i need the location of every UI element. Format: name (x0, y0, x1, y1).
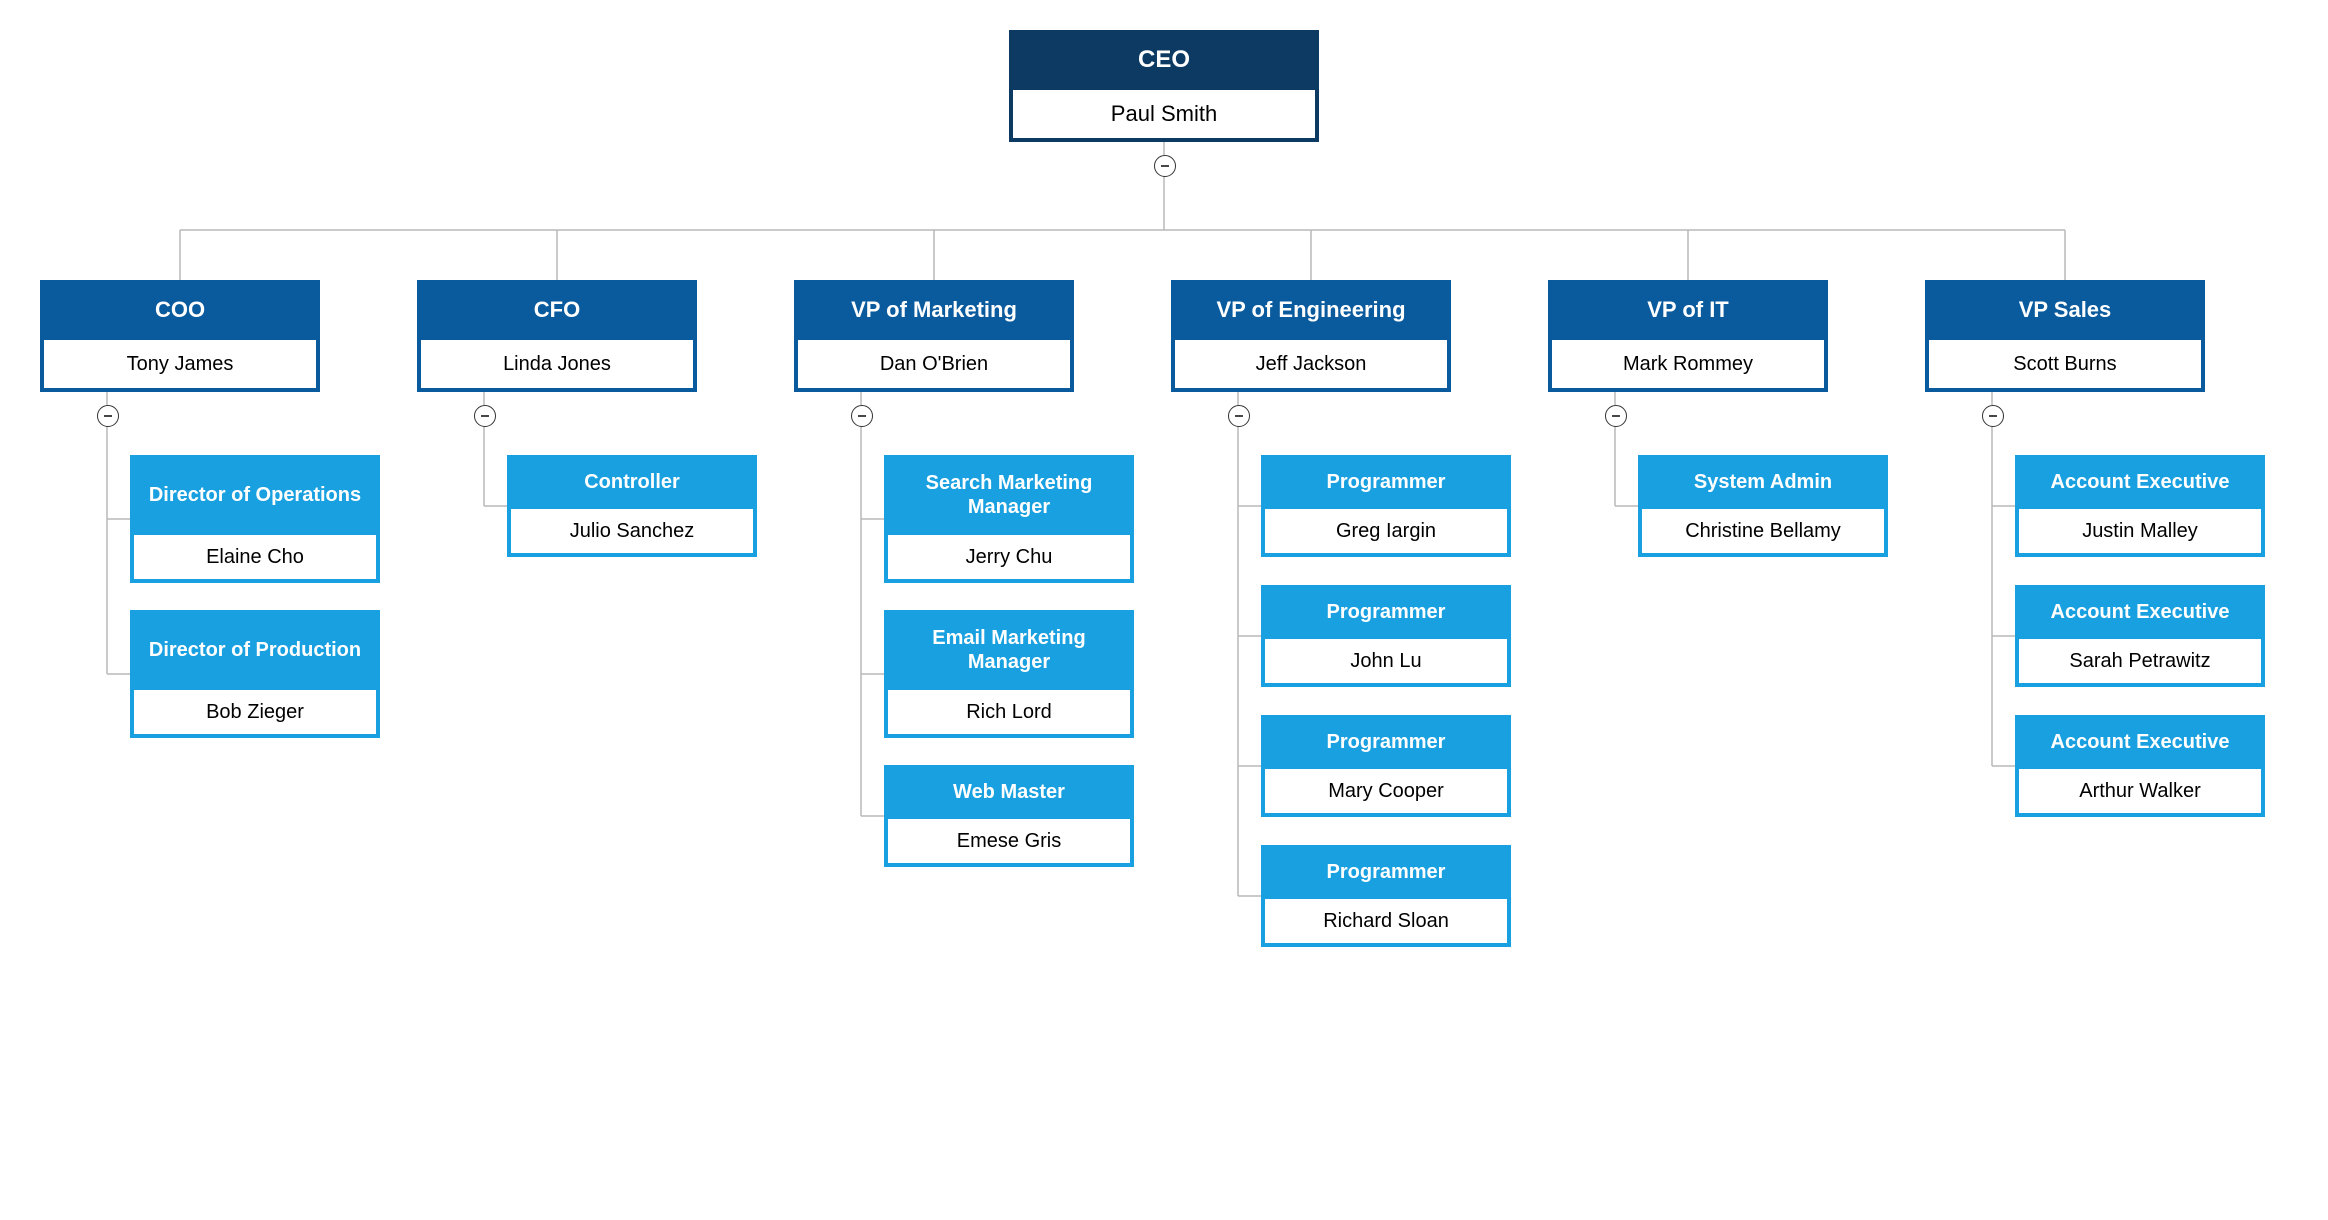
node-title: Programmer (1265, 849, 1507, 895)
node-name: Jeff Jackson (1175, 336, 1447, 388)
node-name: Greg Iargin (1265, 505, 1507, 553)
node-title: Account Executive (2019, 589, 2261, 635)
collapse-toggle-cfo[interactable] (474, 405, 496, 427)
collapse-toggle-vpmkt[interactable] (851, 405, 873, 427)
org-chart: CEO Paul Smith COO Tony James CFO Linda … (0, 0, 2328, 1220)
node-title: System Admin (1642, 459, 1884, 505)
node-name: Julio Sanchez (511, 505, 753, 553)
node-vpsales[interactable]: VP Sales Scott Burns (1925, 280, 2205, 392)
node-title: VP Sales (1929, 284, 2201, 336)
node-title: Account Executive (2019, 719, 2261, 765)
node-vpmkt[interactable]: VP of Marketing Dan O'Brien (794, 280, 1074, 392)
collapse-toggle-vpsales[interactable] (1982, 405, 2004, 427)
node-cfo[interactable]: CFO Linda Jones (417, 280, 697, 392)
node-name: Emese Gris (888, 815, 1130, 863)
node-name: Tony James (44, 336, 316, 388)
node-name: Richard Sloan (1265, 895, 1507, 943)
node-title: Programmer (1265, 719, 1507, 765)
node-ae-3[interactable]: Account Executive Arthur Walker (2015, 715, 2265, 817)
node-dir-ops[interactable]: Director of Operations Elaine Cho (130, 455, 380, 583)
node-title: Email Marketing Manager (888, 614, 1130, 686)
node-name: Rich Lord (888, 686, 1130, 734)
node-title: VP of IT (1552, 284, 1824, 336)
minus-icon (479, 410, 491, 422)
node-name: Paul Smith (1013, 86, 1315, 138)
node-name: Linda Jones (421, 336, 693, 388)
node-ae-1[interactable]: Account Executive Justin Malley (2015, 455, 2265, 557)
node-coo[interactable]: COO Tony James (40, 280, 320, 392)
node-name: Jerry Chu (888, 531, 1130, 579)
node-vpit[interactable]: VP of IT Mark Rommey (1548, 280, 1828, 392)
collapse-toggle-vpit[interactable] (1605, 405, 1627, 427)
node-controller[interactable]: Controller Julio Sanchez (507, 455, 757, 557)
minus-icon (856, 410, 868, 422)
node-title: VP of Marketing (798, 284, 1070, 336)
node-title: Director of Production (134, 614, 376, 686)
node-ae-2[interactable]: Account Executive Sarah Petrawitz (2015, 585, 2265, 687)
node-title: Controller (511, 459, 753, 505)
node-webmaster[interactable]: Web Master Emese Gris (884, 765, 1134, 867)
node-title: CEO (1013, 34, 1315, 86)
node-name: Mary Cooper (1265, 765, 1507, 813)
node-name: Sarah Petrawitz (2019, 635, 2261, 683)
node-title: COO (44, 284, 316, 336)
node-prog-4[interactable]: Programmer Richard Sloan (1261, 845, 1511, 947)
node-ceo[interactable]: CEO Paul Smith (1009, 30, 1319, 142)
collapse-toggle-vpeng[interactable] (1228, 405, 1250, 427)
minus-icon (1987, 410, 1999, 422)
node-title: Search Marketing Manager (888, 459, 1130, 531)
node-prog-2[interactable]: Programmer John Lu (1261, 585, 1511, 687)
minus-icon (1233, 410, 1245, 422)
node-name: Dan O'Brien (798, 336, 1070, 388)
node-title: Programmer (1265, 589, 1507, 635)
minus-icon (102, 410, 114, 422)
minus-icon (1610, 410, 1622, 422)
node-title: Director of Operations (134, 459, 376, 531)
node-name: Justin Malley (2019, 505, 2261, 553)
node-prog-3[interactable]: Programmer Mary Cooper (1261, 715, 1511, 817)
node-title: CFO (421, 284, 693, 336)
minus-icon (1159, 160, 1171, 172)
node-prog-1[interactable]: Programmer Greg Iargin (1261, 455, 1511, 557)
node-sysadmin[interactable]: System Admin Christine Bellamy (1638, 455, 1888, 557)
node-title: Programmer (1265, 459, 1507, 505)
node-title: Web Master (888, 769, 1130, 815)
node-vpeng[interactable]: VP of Engineering Jeff Jackson (1171, 280, 1451, 392)
node-smm[interactable]: Search Marketing Manager Jerry Chu (884, 455, 1134, 583)
node-name: Bob Zieger (134, 686, 376, 734)
node-name: Arthur Walker (2019, 765, 2261, 813)
collapse-toggle-coo[interactable] (97, 405, 119, 427)
node-dir-prod[interactable]: Director of Production Bob Zieger (130, 610, 380, 738)
node-name: John Lu (1265, 635, 1507, 683)
node-emm[interactable]: Email Marketing Manager Rich Lord (884, 610, 1134, 738)
node-title: Account Executive (2019, 459, 2261, 505)
node-name: Elaine Cho (134, 531, 376, 579)
node-title: VP of Engineering (1175, 284, 1447, 336)
node-name: Scott Burns (1929, 336, 2201, 388)
node-name: Christine Bellamy (1642, 505, 1884, 553)
collapse-toggle-root[interactable] (1154, 155, 1176, 177)
node-name: Mark Rommey (1552, 336, 1824, 388)
